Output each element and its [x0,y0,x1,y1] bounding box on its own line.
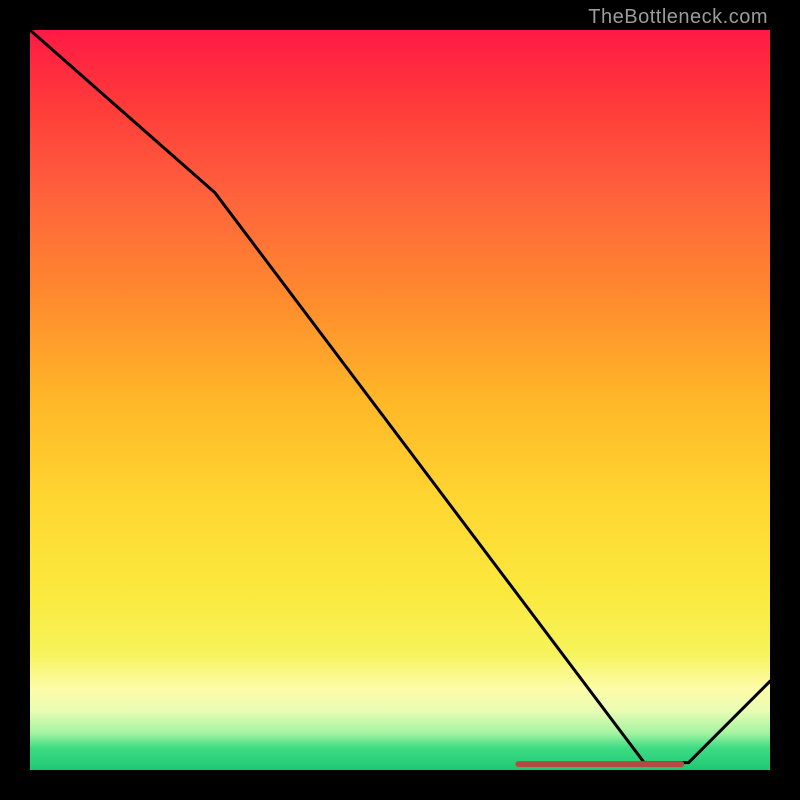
curve-line [30,30,770,763]
watermark-text: TheBottleneck.com [588,6,768,29]
chart-stage: TheBottleneck.com [0,0,800,800]
plot-area [30,30,770,770]
chart-svg [30,30,770,770]
